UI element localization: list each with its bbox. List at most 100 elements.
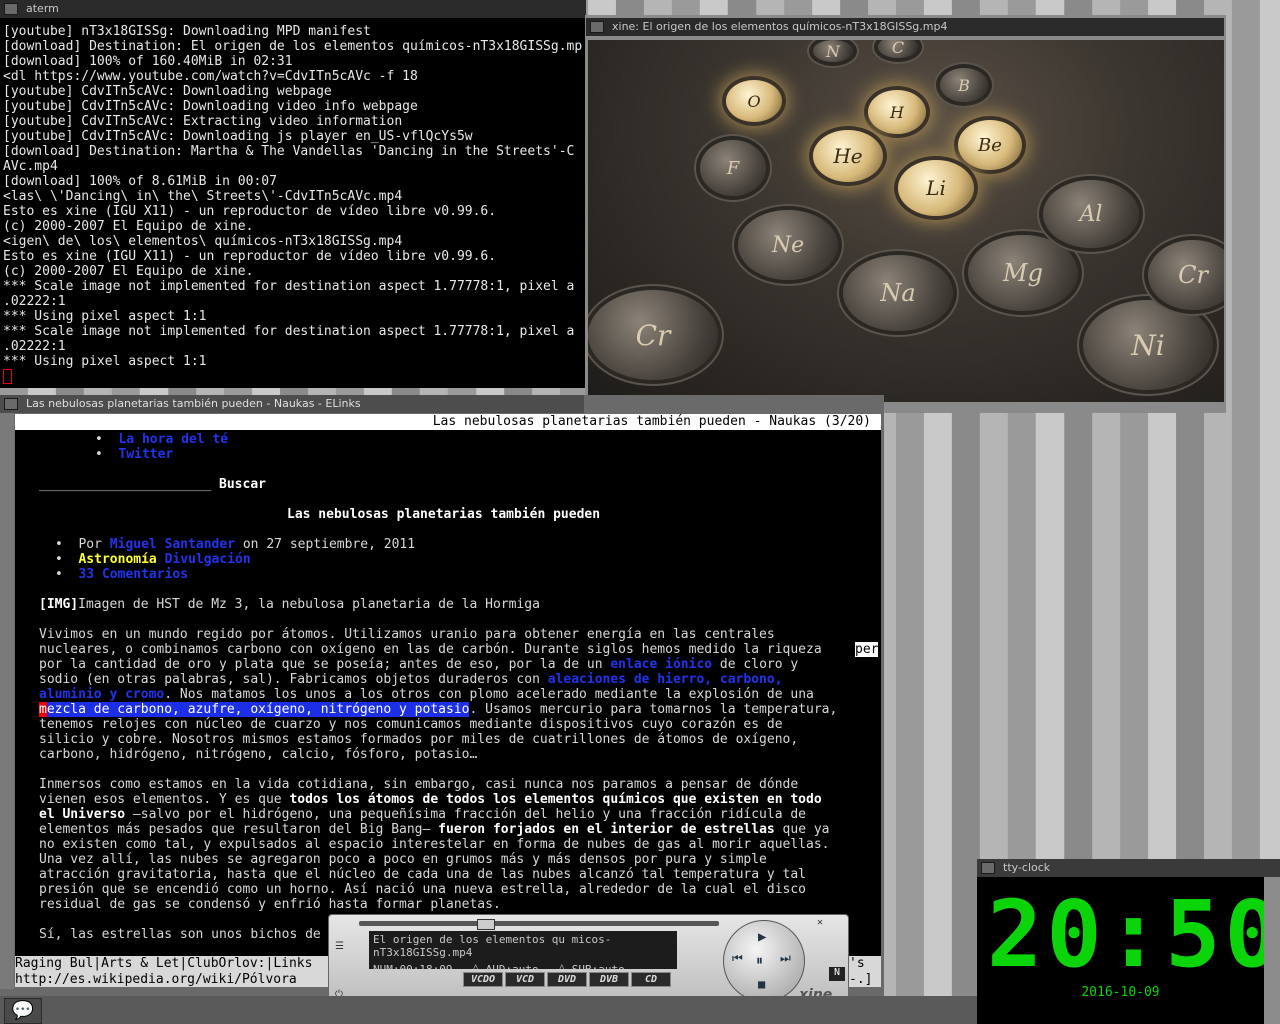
wiki-link[interactable]: aluminio y cromo (39, 687, 164, 702)
terminal-line: [youtube] CdvITn5cAVc: Downloading webpa… (3, 84, 332, 99)
panel-display: El origen de los elementos qu micos-nT3x… (369, 931, 677, 976)
elinks-viewport[interactable]: Las nebulosas planetarias también pueden… (15, 414, 881, 987)
terminal-line: (c) 2000-2007 El Equipo de xine. (3, 219, 254, 234)
search-button[interactable]: Buscar (219, 477, 266, 492)
playback-dial[interactable]: ▶ ⏮ ⏭ ⏸ ■ (723, 920, 805, 1002)
text-cursor: m (39, 702, 47, 717)
element-ball: B (940, 68, 988, 102)
paragraph-text: por la cantidad de oro y plata que se po… (39, 657, 611, 672)
comments-link[interactable]: 33 Comentarios (78, 567, 188, 582)
menu-link[interactable]: Twitter (118, 447, 173, 462)
bold-text: el Universo (39, 807, 126, 822)
stop-icon[interactable]: ■ (758, 977, 765, 991)
xine-titlebar[interactable]: xine: El origen de los elementos químico… (586, 18, 1224, 36)
menu-link[interactable]: La hora del té (118, 432, 228, 447)
article-title: Las nebulosas planetarias también pueden (287, 507, 601, 522)
element-ball: Ne (738, 210, 838, 280)
xine-title: xine: El origen de los elementos químico… (612, 20, 948, 33)
paragraph-line: silicio y cobre. Nosotros mismos estamos… (39, 732, 799, 747)
paragraph-line: Vivimos en un mundo regido por átomos. U… (39, 627, 775, 642)
xine-control-panel[interactable]: El origen de los elementos qu micos-nT3x… (328, 914, 849, 1008)
terminal-line: <igen\ de\ los\ elementos\ químicos-nT3x… (3, 234, 403, 249)
previous-icon[interactable]: ⏮ (732, 951, 743, 966)
time-display: NUM:00:18:09 (373, 963, 453, 976)
element-ball: F (700, 140, 766, 196)
paragraph-text: . Nos matamos los unos a los otros con p… (164, 687, 814, 702)
paragraph-line: no existen como tal, y expulsados al esp… (39, 837, 830, 852)
category-link[interactable]: Divulgación (165, 552, 251, 567)
seek-handle[interactable] (477, 919, 495, 930)
clock-titlebar[interactable]: tty-clock (977, 859, 1280, 877)
element-ball: Be (958, 120, 1022, 170)
window-menu-icon[interactable] (981, 862, 995, 874)
chat-icon[interactable]: 💬 (4, 998, 42, 1024)
element-ball: Cr (588, 290, 718, 380)
aterm-titlebar[interactable]: aterm (0, 0, 586, 18)
wiki-link[interactable]: enlace iónico (610, 657, 712, 672)
play-icon[interactable]: ▶ (758, 929, 766, 945)
terminal-line: [youtube] CdvITn5cAVc: Downloading video… (3, 99, 418, 114)
vcdo-button[interactable]: VCDO (463, 972, 503, 987)
category-link[interactable]: Astronomía (78, 552, 156, 567)
list-item[interactable]: • Twitter (95, 447, 173, 462)
author-link[interactable]: Miguel Santander (110, 537, 235, 552)
element-ball: Mg (968, 235, 1078, 311)
element-ball: Cr (1148, 240, 1224, 310)
seek-slider[interactable] (359, 919, 719, 930)
search-field[interactable]: ______________________ (39, 477, 211, 492)
terminal-line: Esto es xine (IGU X11) - un reproductor … (3, 249, 497, 264)
tab[interactable]: Arts & Let (101, 956, 179, 971)
terminal-line: *** Scale image not implemented for dest… (3, 279, 575, 294)
paragraph-line: carbono, hidrógeno, nitrógeno, calcio, f… (39, 747, 478, 762)
page-title-bar: Las nebulosas planetarias también pueden… (15, 414, 881, 430)
window-menu-icon[interactable] (4, 3, 18, 15)
aterm-terminal[interactable]: [youtube] nT3x18GISSg: Downloading MPD m… (0, 18, 586, 388)
terminal-line: [youtube] CdvITn5cAVc: Extracting video … (3, 114, 403, 129)
bold-text: fueron forjados en el interior de estrel… (438, 822, 775, 837)
element-ball: Na (843, 255, 953, 331)
element-ball: Al (1043, 180, 1139, 248)
elinks-titlebar[interactable]: Las nebulosas planetarias también pueden… (0, 395, 584, 413)
paragraph-line: Sí, las estrellas son unos bichos de (39, 927, 321, 942)
clock-date: 2016-10-09 (1081, 985, 1160, 1000)
status-tail: -.] (849, 972, 873, 987)
image-placeholder[interactable]: [IMG] (39, 597, 78, 612)
tab[interactable]: ClubOrlov: (187, 956, 265, 971)
dvd-button[interactable]: DVD (547, 972, 587, 987)
elinks-window-title: Las nebulosas planetarias también pueden… (26, 397, 361, 410)
close-icon[interactable]: ✕ (817, 917, 823, 928)
elinks-scrollbar[interactable] (0, 413, 14, 989)
clock-scrollbar[interactable] (1264, 877, 1280, 1024)
terminal-line: .02222:1 (3, 339, 66, 354)
terminal-line: [download] Destination: El origen de los… (3, 39, 583, 54)
by-label: Por (78, 537, 102, 552)
terminal-cursor (3, 369, 12, 384)
terminal-line: *** Scale image not implemented for dest… (3, 324, 575, 339)
terminal-line: <dl https://www.youtube.com/watch?v=CdvI… (3, 69, 418, 84)
paragraph-text: que ya (774, 822, 830, 837)
dvb-button[interactable]: DVB (589, 972, 629, 987)
list-item[interactable]: • La hora del té (95, 432, 228, 447)
playlist-icon[interactable]: ☰ (335, 941, 344, 952)
tab[interactable]: Links (273, 956, 312, 971)
paragraph-text: elementos más pesados que resultaron del… (39, 822, 439, 837)
next-icon[interactable]: ⏭ (780, 951, 791, 966)
paragraph-line: nucleares, o combinamos carbono con oxíg… (39, 642, 822, 657)
paragraph-text: vienen esos elementos. Y es que (39, 792, 290, 807)
window-menu-icon[interactable] (4, 398, 18, 410)
pause-icon[interactable]: ⏸ (756, 953, 763, 969)
selected-link[interactable]: ezcla de carbono, azufre, oxígeno, nitró… (46, 702, 470, 717)
tab[interactable]: 's (849, 956, 865, 972)
paragraph-text: —salvo por el hidrógeno, una pequeñísima… (125, 807, 807, 822)
wiki-link[interactable]: aleaciones de hierro, carbono, (548, 672, 783, 687)
n-button[interactable]: N (829, 967, 845, 981)
image-caption: Imagen de HST de Mz 3, la nebulosa plane… (78, 597, 540, 612)
window-menu-icon[interactable] (590, 21, 604, 33)
taskbar (0, 996, 977, 1024)
status-url: http://es.wikipedia.org/wiki/Pólvora (15, 972, 297, 987)
cd-button[interactable]: CD (631, 972, 671, 987)
tab[interactable]: Raging Bul (15, 956, 93, 971)
video-frame[interactable]: N C B O H Be He Li F Ne Na Mg Al Cr Ni C… (588, 40, 1224, 402)
vcd-button[interactable]: VCD (505, 972, 545, 987)
terminal-line: [youtube] CdvITn5cAVc: Downloading js pl… (3, 129, 473, 144)
